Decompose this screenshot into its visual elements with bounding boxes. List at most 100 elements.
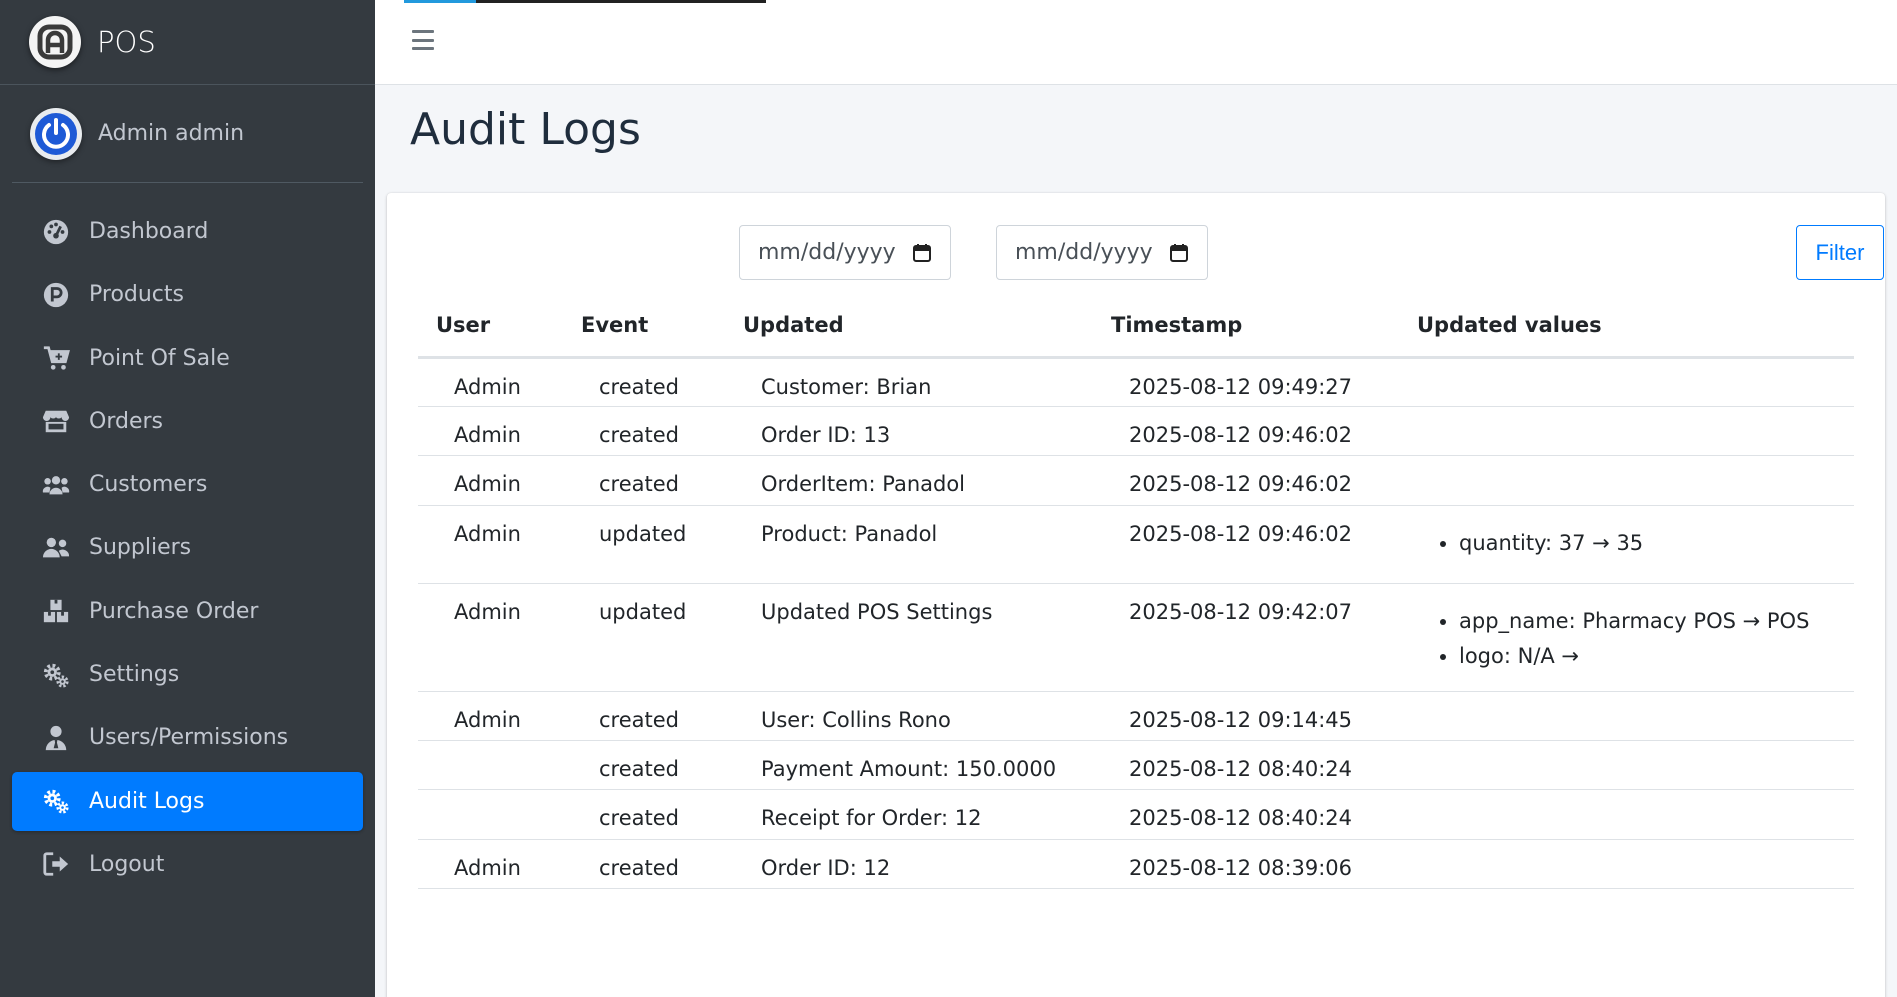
cell-timestamp: 2025-08-12 09:46:02 [1093, 505, 1399, 584]
column-header-user[interactable]: User [418, 295, 563, 359]
hamburger-icon[interactable] [409, 26, 437, 54]
column-header-timestamp[interactable]: Timestamp [1093, 295, 1399, 359]
table-row: created Receipt for Order: 12 2025-08-12 0… [418, 789, 1854, 840]
sidebar-item-audit-logs[interactable]: Audit Logs [12, 771, 363, 831]
cell-event: created [563, 789, 725, 840]
cell-timestamp: 2025-08-12 09:42:07 [1093, 583, 1399, 692]
cell-updated-values [1399, 406, 1854, 456]
cogs-icon [40, 786, 72, 816]
start-date-input[interactable]: mm/dd/yyyy [739, 225, 951, 280]
start-date-placeholder: mm/dd/yyyy [758, 240, 896, 265]
brand-link[interactable]: POS [0, 0, 375, 85]
table-row: Admin created User: Collins Rono 2025-08-12… [418, 691, 1854, 741]
cell-user [418, 740, 563, 790]
updated-values-list: app_name: Pharmacy POS → POSlogo: N/A → [1459, 604, 1836, 674]
user-friends-icon [40, 533, 72, 563]
cart-plus-icon [40, 343, 72, 373]
audit-log-card: mm/dd/yyyy mm/dd/yyyy Filter User Event … [387, 193, 1885, 997]
cell-updated-values [1399, 839, 1854, 889]
sidebar-item-label: Audit Logs [89, 788, 205, 814]
cell-updated-values [1399, 357, 1854, 407]
tachometer-icon [40, 217, 72, 247]
top-navbar [375, 0, 1897, 85]
updated-value-item: app_name: Pharmacy POS → POS [1459, 604, 1836, 639]
sidebar-item-products[interactable]: Products [12, 265, 363, 324]
user-panel[interactable]: Admin admin [12, 85, 363, 183]
user-tie-icon [40, 723, 72, 753]
cell-user: Admin [418, 406, 563, 456]
table-row: Admin updated Updated POS Settings 2025-08-… [418, 583, 1854, 692]
sign-out-icon [40, 849, 72, 879]
cell-timestamp: 2025-08-12 09:14:45 [1093, 691, 1399, 741]
sidebar-item-suppliers[interactable]: Suppliers [12, 518, 363, 577]
column-header-event[interactable]: Event [563, 295, 725, 359]
sidebar-item-purchase-order[interactable]: Purchase Order [12, 582, 363, 641]
table-row: Admin updated Product: Panadol 2025-08-12 0… [418, 505, 1854, 584]
sidebar-item-settings[interactable]: Settings [12, 645, 363, 704]
cell-updated-values: app_name: Pharmacy POS → POSlogo: N/A → [1399, 583, 1854, 692]
cell-timestamp: 2025-08-12 08:40:24 [1093, 789, 1399, 840]
sidebar-item-label: Orders [89, 408, 163, 434]
cell-updated: Order ID: 13 [725, 406, 1093, 456]
sidebar-item-users-permissions[interactable]: Users/Permissions [12, 708, 363, 767]
table-header-row: User Event Updated Timestamp Updated val… [418, 295, 1854, 359]
updated-value-item: quantity: 37 → 35 [1459, 526, 1836, 561]
sidebar-item-label: Dashboard [89, 219, 209, 244]
cell-updated: Product: Panadol [725, 505, 1093, 584]
sidebar-item-logout[interactable]: Logout [12, 835, 363, 894]
sidebar-item-customers[interactable]: Customers [12, 455, 363, 514]
sidebar-nav: Dashboard Products Point Of Sale Orders … [0, 202, 375, 894]
cell-user: Admin [418, 691, 563, 741]
boxes-icon [40, 596, 72, 626]
cell-event: created [563, 740, 725, 790]
calendar-icon[interactable] [912, 243, 932, 263]
table-row: Admin created Order ID: 13 2025-08-12 09:46… [418, 406, 1854, 456]
cell-timestamp: 2025-08-12 08:39:06 [1093, 839, 1399, 889]
users-icon [40, 470, 72, 500]
cell-updated: Receipt for Order: 12 [725, 789, 1093, 840]
updated-value-item: logo: N/A → [1459, 639, 1836, 674]
store-icon [40, 406, 72, 436]
cell-event: updated [563, 583, 725, 692]
cell-updated: Customer: Brian [725, 357, 1093, 407]
cell-user: Admin [418, 455, 563, 506]
cell-user [418, 789, 563, 840]
cell-updated-values [1399, 789, 1854, 840]
power-icon [30, 107, 82, 160]
cell-updated: OrderItem: Panadol [725, 455, 1093, 506]
sidebar-item-dashboard[interactable]: Dashboard [12, 202, 363, 261]
updated-values-list: quantity: 37 → 35 [1459, 526, 1836, 561]
cell-updated-values [1399, 740, 1854, 790]
sidebar-item-orders[interactable]: Orders [12, 392, 363, 451]
sidebar-item-label: Products [89, 282, 184, 308]
table-row: Admin created OrderItem: Panadol 2025-08-12… [418, 455, 1854, 506]
sidebar-item-point-of-sale[interactable]: Point Of Sale [12, 329, 363, 388]
cell-timestamp: 2025-08-12 09:46:02 [1093, 406, 1399, 456]
column-header-updated-values[interactable]: Updated values [1399, 295, 1854, 359]
sidebar-item-label: Customers [89, 472, 208, 498]
table-row: Admin created Order ID: 12 2025-08-12 08:39… [418, 839, 1854, 889]
sidebar-item-label: Purchase Order [89, 598, 259, 624]
sidebar-item-label: Suppliers [89, 535, 192, 561]
page-title: Audit Logs [410, 104, 641, 155]
cell-event: created [563, 357, 725, 407]
product-p-icon [40, 280, 72, 310]
cell-timestamp: 2025-08-12 09:46:02 [1093, 455, 1399, 506]
cell-user: Admin [418, 357, 563, 407]
cell-user: Admin [418, 505, 563, 584]
column-header-updated[interactable]: Updated [725, 295, 1093, 359]
cogs-icon [40, 660, 72, 690]
filter-button[interactable]: Filter [1796, 225, 1884, 280]
cell-timestamp: 2025-08-12 09:49:27 [1093, 357, 1399, 407]
cell-updated-values: quantity: 37 → 35 [1399, 505, 1854, 584]
sidebar-item-label: Users/Permissions [89, 725, 289, 751]
cell-updated: Updated POS Settings [725, 583, 1093, 692]
brand-logo-icon [29, 16, 81, 68]
end-date-input[interactable]: mm/dd/yyyy [996, 225, 1208, 280]
sidebar-item-label: Settings [89, 662, 180, 688]
cell-timestamp: 2025-08-12 08:40:24 [1093, 740, 1399, 790]
calendar-icon[interactable] [1169, 243, 1189, 263]
cell-user: Admin [418, 583, 563, 692]
end-date-placeholder: mm/dd/yyyy [1015, 240, 1153, 265]
cell-event: created [563, 691, 725, 741]
